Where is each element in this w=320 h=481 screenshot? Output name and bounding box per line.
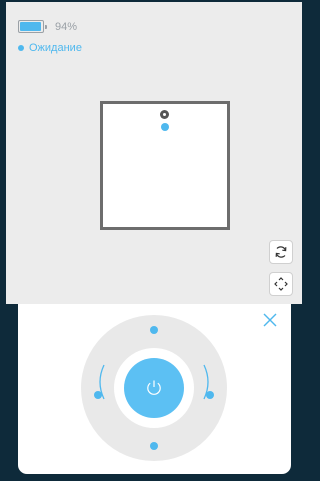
map-area: 94% Ожидание: [6, 2, 302, 304]
backward-button[interactable]: [150, 442, 158, 450]
robot-position-icon: [161, 123, 169, 131]
rotate-right-arc-icon: [203, 364, 209, 400]
battery-icon: [18, 20, 44, 33]
map-room: [100, 101, 230, 230]
battery-percent: 94%: [55, 20, 78, 33]
rotate-map-button[interactable]: [269, 240, 293, 264]
close-button[interactable]: [262, 312, 278, 328]
robot-vacuum-app: 94% Ожидание: [6, 2, 302, 481]
rotate-icon: [275, 246, 287, 258]
direction-pad: [81, 315, 227, 461]
power-ring: [114, 348, 194, 428]
battery-indicator: 94%: [18, 20, 77, 33]
fit-map-button[interactable]: [269, 272, 293, 296]
close-icon: [263, 313, 277, 327]
status-label: Ожидание: [29, 42, 82, 54]
battery-tip: [45, 24, 47, 29]
manual-control-panel: [18, 304, 291, 474]
robot-status: Ожидание: [18, 42, 82, 54]
status-dot: [18, 45, 24, 51]
battery-fill: [20, 22, 41, 31]
forward-button[interactable]: [150, 326, 158, 334]
expand-arrows-icon: [274, 277, 288, 291]
rotate-left-arc-icon: [99, 364, 105, 400]
dock-station-icon: [160, 110, 169, 119]
power-icon: [147, 380, 161, 395]
power-button[interactable]: [124, 358, 184, 418]
